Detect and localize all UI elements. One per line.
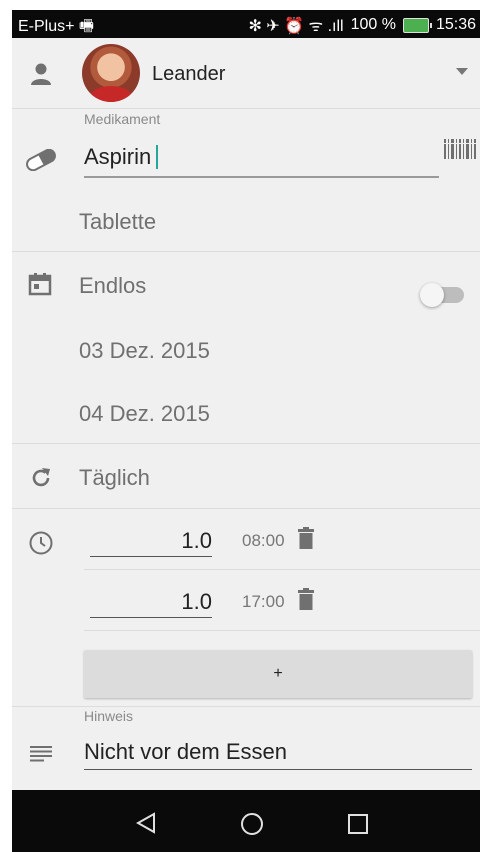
dose-amount-input[interactable]: 1.0 — [90, 589, 212, 615]
endless-label: Endlos — [79, 273, 147, 298]
divider — [12, 508, 480, 509]
dropdown-arrow-icon[interactable] — [456, 68, 468, 76]
dose-time[interactable]: 17:00 — [242, 592, 285, 612]
person-icon — [31, 63, 51, 85]
home-icon[interactable] — [240, 812, 264, 836]
calendar-icon — [28, 273, 52, 296]
recurrence-label[interactable]: Täglich — [79, 465, 150, 491]
notes-icon — [30, 746, 52, 762]
trash-icon[interactable] — [298, 527, 314, 549]
back-icon[interactable] — [136, 812, 156, 834]
user-name: Leander — [152, 63, 226, 85]
avatar — [82, 44, 140, 102]
divider — [84, 630, 480, 631]
medication-label: Medikament — [84, 111, 161, 127]
battery-percent: 100 % — [350, 16, 396, 33]
note-input[interactable]: Nicht vor dem Essen — [84, 739, 287, 765]
pill-icon — [26, 149, 56, 171]
endless-toggle-thumb[interactable] — [420, 283, 444, 307]
battery-icon — [402, 17, 432, 33]
status-bar: E-Plus+ 🖷 ✻ ✈ ⏰ ᯤ .ıll 100 % 15:36 — [12, 10, 480, 38]
dose-time[interactable]: 08:00 — [242, 531, 285, 551]
trash-icon[interactable] — [298, 588, 314, 610]
dose-amount-input[interactable]: 1.0 — [90, 528, 212, 554]
start-date[interactable]: 03 Dez. 2015 — [79, 338, 210, 364]
recent-apps-icon[interactable] — [347, 813, 369, 835]
divider — [12, 108, 480, 109]
medication-form[interactable]: Tablette — [79, 209, 156, 235]
repeat-icon — [32, 468, 50, 487]
end-date[interactable]: 04 Dez. 2015 — [79, 401, 210, 427]
medication-name-input[interactable]: Aspirin — [84, 144, 151, 170]
dose-amount-underline — [90, 556, 212, 557]
navigation-bar — [12, 790, 480, 852]
medication-name-underline — [84, 176, 439, 178]
app-screen: E-Plus+ 🖷 ✻ ✈ ⏰ ᯤ .ıll 100 % 15:36 Leand… — [12, 10, 480, 852]
dose-amount-underline — [90, 617, 212, 618]
note-label: Hinweis — [84, 708, 134, 724]
text-cursor — [156, 145, 158, 169]
barcode-icon[interactable] — [444, 139, 476, 159]
clock-icon — [29, 531, 53, 555]
divider — [12, 251, 480, 252]
add-dose-button[interactable]: + — [84, 650, 472, 698]
carrier-label: E-Plus+ 🖷 — [18, 18, 95, 35]
clock: 15:36 — [435, 16, 476, 33]
divider — [12, 706, 480, 707]
system-icons: ✻ ✈ ⏰ ᯤ .ıll — [248, 18, 344, 35]
divider — [84, 569, 480, 570]
note-underline — [84, 769, 472, 770]
status-icons: ✻ ✈ ⏰ ᯤ .ıll 100 % 15:36 — [248, 14, 476, 36]
divider — [12, 443, 480, 444]
